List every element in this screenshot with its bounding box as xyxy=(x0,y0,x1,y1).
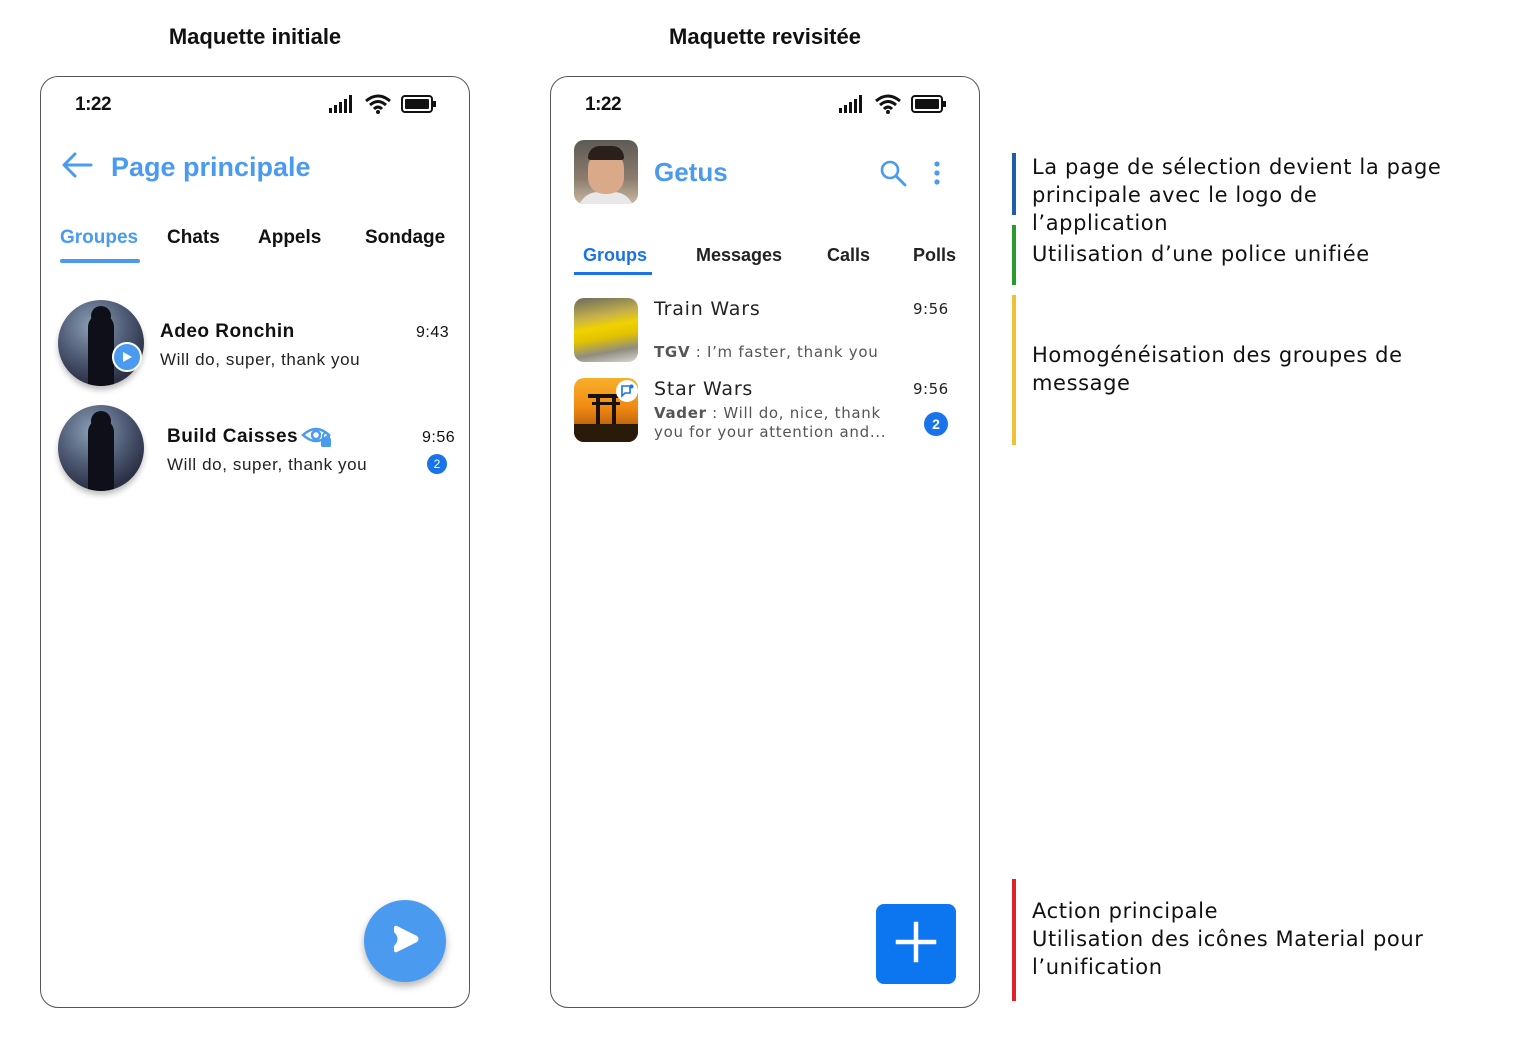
tab-appels[interactable]: Appels xyxy=(258,227,321,249)
note-line: Utilisation d’une police unifiée xyxy=(1032,242,1370,266)
chat-name: Adeo Ronchin xyxy=(160,321,295,342)
tab-sondage[interactable]: Sondage xyxy=(365,227,445,249)
page-title: Page principale xyxy=(111,152,311,182)
message-text: Will do, nice, thank xyxy=(723,404,881,422)
list-item[interactable]: Build Caisses Will do, super, thank you … xyxy=(58,405,458,495)
chat-name: Build Caisses xyxy=(167,426,299,447)
more-vert-icon[interactable] xyxy=(931,159,943,192)
tab-chats[interactable]: Chats xyxy=(167,227,220,249)
note-main-page: La page de sélection devient la page pri… xyxy=(1012,153,1492,235)
tab-bar: Groups Messages Calls Polls xyxy=(551,245,979,279)
group-message: TGV : I’m faster, thank you xyxy=(654,343,879,361)
note-bar xyxy=(1012,295,1016,445)
signal-icon xyxy=(329,95,355,113)
avatar xyxy=(58,405,144,491)
tab-polls[interactable]: Polls xyxy=(913,245,956,266)
app-logo xyxy=(574,140,638,204)
back-arrow-icon[interactable] xyxy=(61,151,93,184)
note-groups: Homogénéisation des groupes de message xyxy=(1012,295,1492,445)
battery-icon xyxy=(911,95,947,113)
status-icons xyxy=(839,94,947,114)
status-time: 1:22 xyxy=(585,94,622,115)
note-line: l’application xyxy=(1032,211,1169,235)
tab-bar: Groupes Chats Appels Sondage xyxy=(60,227,452,267)
app-name: Getus xyxy=(654,157,728,187)
list-item[interactable]: Adeo Ronchin Will do, super, thank you 9… xyxy=(58,300,458,390)
group-time: 9:56 xyxy=(913,380,949,398)
message-sender: TGV xyxy=(654,343,691,361)
phone-revisited: 1:22 Getus Groups Messages Calls Polls T… xyxy=(550,76,980,1008)
group-name: Star Wars xyxy=(654,378,754,400)
phone-initial: 1:22 Page principale Groupes Chats Appel… xyxy=(40,76,470,1008)
chat-time: 9:43 xyxy=(416,324,450,341)
play-icon xyxy=(389,924,421,959)
group-time: 9:56 xyxy=(913,300,949,318)
status-icons xyxy=(329,94,437,114)
wifi-icon xyxy=(365,94,391,114)
new-message-fab[interactable] xyxy=(364,900,446,982)
tab-groups[interactable]: Groups xyxy=(583,245,647,266)
note-line: l’unification xyxy=(1032,955,1163,979)
group-image xyxy=(574,378,638,442)
note-bar xyxy=(1012,225,1016,285)
note-action: Action principale Utilisation des icônes… xyxy=(1012,879,1492,1001)
title-initial: Maquette initiale xyxy=(168,24,342,49)
chat-time: 9:56 xyxy=(422,429,456,446)
unread-badge: 2 xyxy=(924,412,948,436)
chat-message: Will do, super, thank you xyxy=(160,350,361,369)
play-icon xyxy=(112,342,142,372)
list-item[interactable]: Star Wars 9:56 Vader : Will do, nice, th… xyxy=(574,378,959,444)
message-sender: Vader xyxy=(654,404,707,422)
note-line: message xyxy=(1032,371,1131,395)
tab-groupes[interactable]: Groupes xyxy=(60,227,138,249)
title-revisited: Maquette revisitée xyxy=(669,24,861,49)
chat-message: Will do, super, thank you xyxy=(167,455,368,474)
note-font: Utilisation d’une police unifiée xyxy=(1012,225,1492,300)
note-bar xyxy=(1012,153,1016,215)
chat-badge-icon xyxy=(616,380,638,402)
message-text: I’m faster, thank you xyxy=(706,343,879,361)
tab-messages[interactable]: Messages xyxy=(696,245,782,266)
list-item[interactable]: Train Wars 9:56 TGV : I’m faster, thank … xyxy=(574,298,959,364)
unread-badge: 2 xyxy=(427,454,447,474)
search-icon[interactable] xyxy=(879,159,907,192)
group-name: Train Wars xyxy=(654,298,761,320)
tab-indicator xyxy=(574,272,652,275)
wifi-icon xyxy=(875,94,901,114)
header: Page principale xyxy=(61,151,311,184)
add-fab[interactable] xyxy=(876,904,956,984)
group-image xyxy=(574,298,638,362)
status-time: 1:22 xyxy=(75,94,112,115)
eye-lock-icon xyxy=(301,423,333,454)
tab-indicator xyxy=(60,259,140,263)
signal-icon xyxy=(839,95,865,113)
tab-calls[interactable]: Calls xyxy=(827,245,870,266)
note-line: Homogénéisation des groupes de xyxy=(1032,343,1403,367)
note-line: Utilisation des icônes Material pour xyxy=(1032,927,1424,951)
note-line: principale avec le logo de xyxy=(1032,183,1318,207)
note-bar xyxy=(1012,879,1016,1001)
note-line: Action principale xyxy=(1032,899,1219,923)
note-line: La page de sélection devient la page xyxy=(1032,155,1442,179)
add-icon xyxy=(895,921,937,968)
group-message: Vader : Will do, nice, thank you for your… xyxy=(654,404,887,441)
message-text: you for your attention and... xyxy=(654,423,887,441)
battery-icon xyxy=(401,95,437,113)
